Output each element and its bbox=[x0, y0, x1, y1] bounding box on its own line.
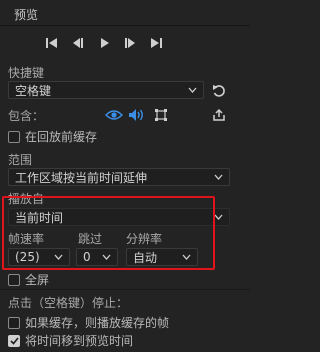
transport-controls bbox=[44, 34, 164, 52]
chevron-down-icon bbox=[102, 254, 111, 260]
play-icon[interactable] bbox=[96, 35, 112, 51]
fullscreen-label: 全屏 bbox=[25, 273, 50, 287]
fullscreen-row[interactable]: 全屏 bbox=[8, 271, 49, 288]
panel-header: 预览 bbox=[0, 0, 250, 26]
resolution-label: 分辨率 bbox=[126, 232, 163, 246]
if-cached-checkbox[interactable] bbox=[8, 316, 20, 329]
move-time-label: 将时间移到预览时间 bbox=[25, 334, 134, 348]
shortcut-label: 快捷键 bbox=[8, 66, 45, 80]
chevron-down-icon bbox=[188, 87, 197, 93]
video-eye-icon[interactable] bbox=[104, 106, 124, 124]
play-from-value: 当前时间 bbox=[15, 210, 64, 225]
click-stop-label: 点击（空格键）停止： bbox=[8, 296, 129, 310]
divider bbox=[0, 289, 250, 290]
skip-value: 0 bbox=[83, 250, 91, 264]
chevron-down-icon bbox=[214, 214, 223, 220]
audio-speaker-icon[interactable] bbox=[127, 106, 147, 124]
fullscreen-checkbox[interactable] bbox=[8, 273, 20, 286]
resolution-value: 自动 bbox=[133, 250, 158, 265]
overlay-layer-controls-icon[interactable] bbox=[152, 106, 170, 124]
checkmark-icon bbox=[9, 336, 19, 345]
panel-title: 预览 bbox=[14, 8, 39, 22]
frame-rate-dropdown[interactable]: (25) bbox=[8, 248, 70, 266]
cache-before-playback-label: 在回放前缓存 bbox=[25, 130, 98, 144]
go-to-end-icon[interactable] bbox=[148, 35, 164, 51]
move-time-checkbox[interactable] bbox=[8, 334, 20, 347]
range-value: 工作区域按当前时间延伸 bbox=[15, 170, 148, 185]
resolution-dropdown[interactable]: 自动 bbox=[126, 248, 198, 266]
export-icon[interactable] bbox=[210, 106, 228, 124]
chevron-down-icon bbox=[54, 254, 63, 260]
reset-icon[interactable] bbox=[210, 82, 228, 100]
play-from-label: 播放自 bbox=[8, 192, 45, 206]
range-dropdown[interactable]: 工作区域按当前时间延伸 bbox=[8, 168, 230, 186]
frame-rate-value: (25) bbox=[15, 250, 40, 264]
cache-before-playback-row[interactable]: 在回放前缓存 bbox=[8, 128, 97, 145]
chevron-down-icon bbox=[214, 174, 223, 180]
chevron-down-icon bbox=[182, 254, 191, 260]
include-label: 包含： bbox=[8, 109, 45, 123]
frame-rate-label: 帧速率 bbox=[8, 232, 45, 246]
go-to-start-icon[interactable] bbox=[44, 35, 60, 51]
range-label: 范围 bbox=[8, 153, 33, 167]
cache-before-playback-checkbox[interactable] bbox=[8, 130, 20, 143]
shortcut-value: 空格键 bbox=[15, 83, 52, 98]
move-time-row[interactable]: 将时间移到预览时间 bbox=[8, 332, 133, 349]
step-forward-icon[interactable] bbox=[122, 35, 138, 51]
skip-dropdown[interactable]: 0 bbox=[76, 248, 118, 266]
play-from-dropdown[interactable]: 当前时间 bbox=[8, 208, 230, 226]
shortcut-dropdown[interactable]: 空格键 bbox=[8, 81, 204, 99]
if-cached-row[interactable]: 如果缓存，则播放缓存的帧 bbox=[8, 314, 169, 331]
skip-label: 跳过 bbox=[78, 232, 103, 246]
step-back-icon[interactable] bbox=[70, 35, 86, 51]
if-cached-label: 如果缓存，则播放缓存的帧 bbox=[25, 316, 170, 330]
